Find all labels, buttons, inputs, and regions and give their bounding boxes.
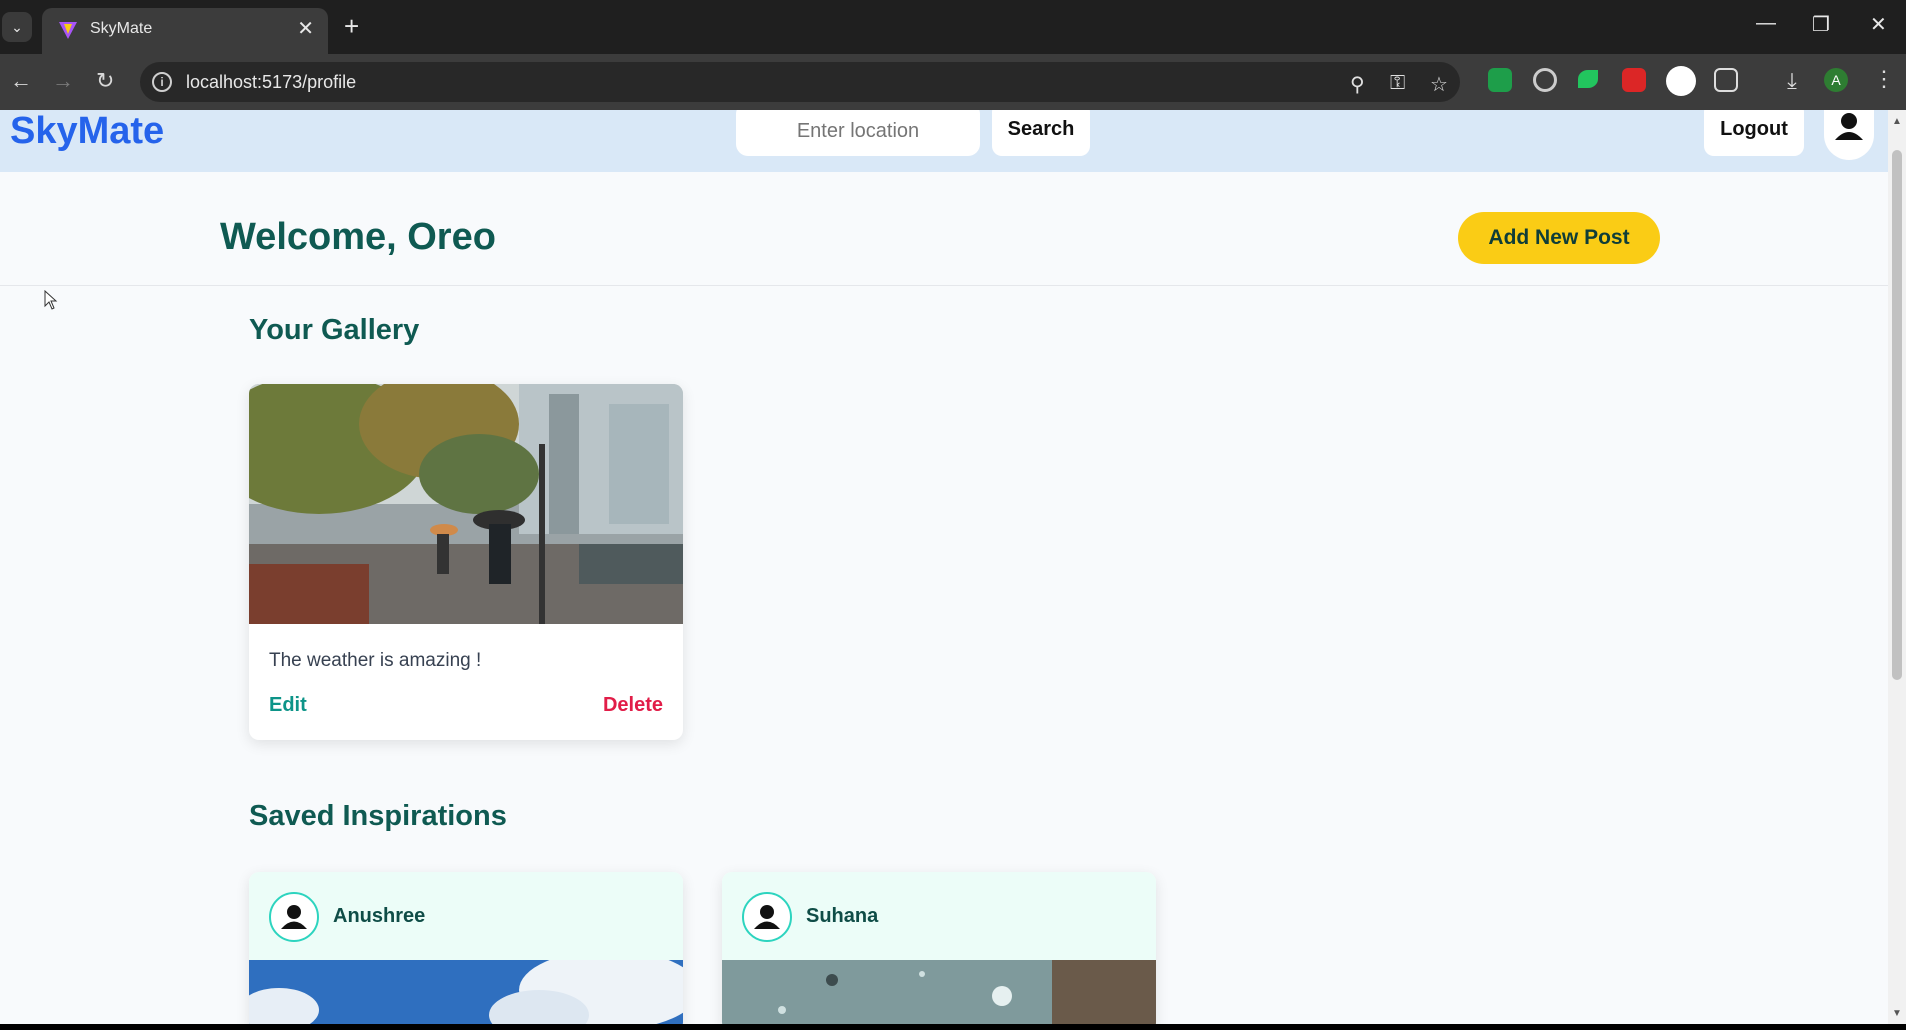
gallery-title: Your Gallery bbox=[249, 314, 420, 346]
tab-title: SkyMate bbox=[90, 20, 153, 37]
browser-tab[interactable]: SkyMate ✕ bbox=[42, 8, 328, 54]
glasses-extension-icon[interactable] bbox=[1666, 66, 1696, 96]
new-tab-icon[interactable]: + bbox=[344, 12, 359, 40]
location-input[interactable] bbox=[736, 110, 980, 156]
edit-button[interactable]: Edit bbox=[269, 694, 307, 717]
vite-icon bbox=[59, 22, 77, 39]
inspiration-card[interactable]: Anushree bbox=[249, 872, 683, 1024]
post-caption: The weather is amazing ! bbox=[269, 650, 482, 671]
close-window-icon[interactable]: ✕ bbox=[1870, 12, 1887, 37]
page-scrollbar[interactable]: ▲ ▼ bbox=[1888, 110, 1906, 1024]
inspiration-header: Anushree bbox=[249, 872, 683, 960]
leaf-extension-icon[interactable] bbox=[1578, 70, 1598, 88]
puzzle-red-extension-icon[interactable] bbox=[1622, 68, 1646, 92]
key-icon[interactable]: ⚿ bbox=[1390, 72, 1405, 95]
browser-toolbar: ← → ↻ i localhost:5173/profile ⚲ ⚿ ☆ bbox=[0, 54, 1906, 110]
site-logo[interactable]: SkyMate bbox=[10, 110, 164, 153]
menu-icon[interactable]: ⋮ bbox=[1872, 66, 1896, 91]
inspirations-title: Saved Inspirations bbox=[249, 800, 507, 832]
extension-icon[interactable] bbox=[1488, 68, 1512, 92]
address-bar[interactable]: i localhost:5173/profile ⚲ ⚿ ☆ bbox=[140, 62, 1460, 102]
author-avatar bbox=[742, 892, 792, 942]
user-icon bbox=[754, 905, 780, 929]
download-icon[interactable]: ⤓ bbox=[1780, 68, 1804, 93]
site-header: SkyMate Search Logout bbox=[0, 110, 1888, 172]
close-tab-icon[interactable]: ✕ bbox=[297, 16, 314, 41]
rain-window-image bbox=[722, 960, 1156, 1024]
inspiration-photo bbox=[249, 960, 683, 1024]
mouse-cursor-icon bbox=[44, 290, 58, 310]
add-new-post-button[interactable]: Add New Post bbox=[1458, 212, 1660, 264]
delete-button[interactable]: Delete bbox=[603, 694, 663, 717]
search-button[interactable]: Search bbox=[992, 110, 1090, 156]
grammar-extension-icon[interactable] bbox=[1533, 68, 1557, 92]
minimize-icon[interactable]: — bbox=[1756, 12, 1776, 35]
scroll-up-icon[interactable]: ▲ bbox=[1892, 116, 1902, 127]
welcome-bar: Welcome, Oreo Add New Post bbox=[0, 172, 1888, 286]
profile-avatar[interactable]: A bbox=[1824, 68, 1848, 92]
reload-icon[interactable]: ↻ bbox=[96, 68, 114, 94]
extensions-icon[interactable] bbox=[1714, 68, 1738, 92]
screen: ⌄ SkyMate ✕ + — ❐ ✕ ← → ↻ i localhost:51… bbox=[0, 0, 1906, 1030]
scroll-thumb[interactable] bbox=[1892, 150, 1902, 680]
author-avatar bbox=[269, 892, 319, 942]
location-pin-icon[interactable]: ⚲ bbox=[1350, 72, 1365, 97]
user-icon bbox=[1835, 113, 1863, 140]
star-icon[interactable]: ☆ bbox=[1430, 72, 1448, 97]
tab-search-button[interactable]: ⌄ bbox=[2, 12, 32, 42]
gallery-post-card: The weather is amazing ! Edit Delete bbox=[249, 384, 683, 740]
inspiration-card[interactable]: Suhana bbox=[722, 872, 1156, 1024]
url-text[interactable]: localhost:5173/profile bbox=[186, 72, 356, 93]
back-icon[interactable]: ← bbox=[10, 68, 32, 94]
inspiration-header: Suhana bbox=[722, 872, 1156, 960]
inspiration-photo bbox=[722, 960, 1156, 1024]
site-info-icon[interactable]: i bbox=[152, 72, 172, 92]
browser-tab-strip: ⌄ SkyMate ✕ + — ❐ ✕ bbox=[0, 0, 1906, 54]
user-icon bbox=[281, 905, 307, 929]
scroll-down-icon[interactable]: ▼ bbox=[1892, 1008, 1902, 1019]
welcome-title: Welcome, Oreo bbox=[220, 216, 496, 258]
logout-button[interactable]: Logout bbox=[1704, 110, 1804, 156]
restore-icon[interactable]: ❐ bbox=[1812, 12, 1830, 37]
post-photo bbox=[249, 384, 683, 624]
author-name: Suhana bbox=[806, 905, 879, 927]
author-name: Anushree bbox=[333, 905, 426, 927]
rainy-street-image bbox=[249, 384, 683, 624]
sky-clouds-image bbox=[249, 960, 683, 1024]
user-avatar[interactable] bbox=[1824, 110, 1874, 160]
page-viewport: SkyMate Search Logout Welcome, Oreo Add … bbox=[0, 110, 1906, 1024]
forward-icon[interactable]: → bbox=[52, 68, 74, 94]
